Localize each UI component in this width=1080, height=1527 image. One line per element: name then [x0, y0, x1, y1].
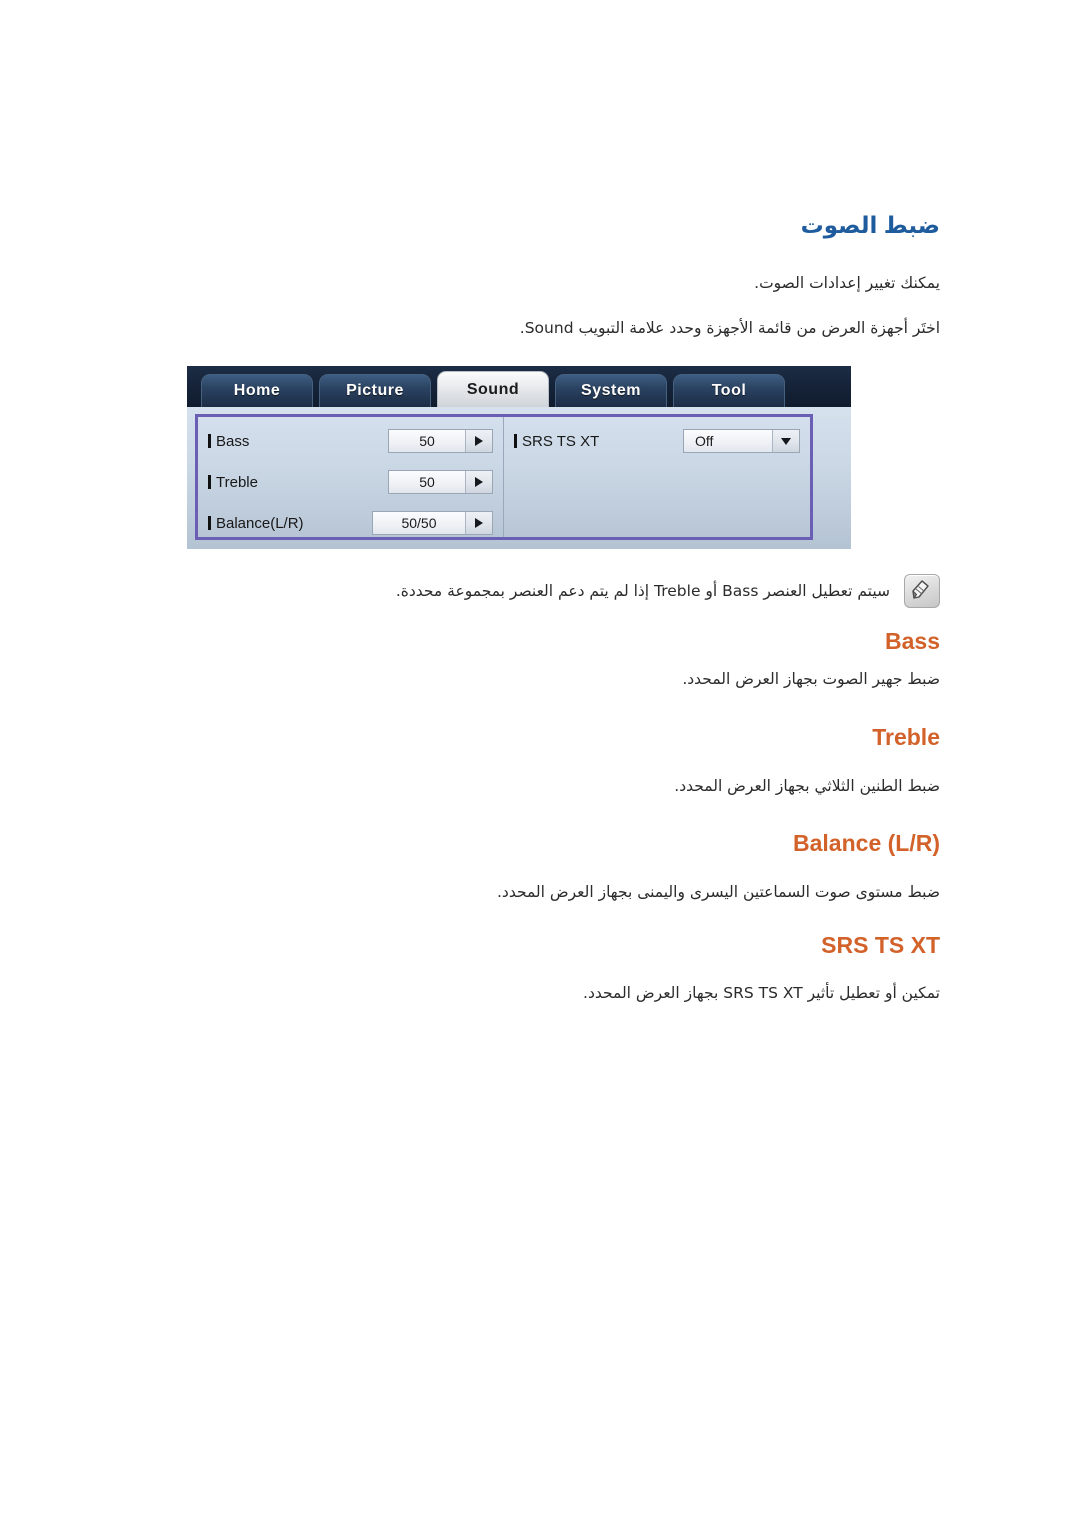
osd-balance-value: 50/50	[373, 512, 465, 534]
osd-setting-treble-label: Treble	[208, 474, 258, 491]
osd-tab-home-label: Home	[233, 382, 281, 399]
section-heading-balance: Balance (L/R)	[793, 830, 940, 856]
note-pencil-icon	[904, 574, 940, 608]
osd-tab-tool-label: Tool	[711, 382, 747, 399]
osd-focus-region: Bass 50 Treble 50 Balance(L/R) 50/50 SRS…	[195, 414, 813, 540]
osd-tab-picture[interactable]: Picture	[319, 374, 431, 407]
osd-right-column: SRS TS XT Off	[504, 417, 810, 537]
page-title: ضبط الصوت	[800, 212, 940, 238]
osd-tab-sound-label: Sound	[466, 380, 520, 398]
osd-srs-chevron-down-icon[interactable]	[772, 430, 799, 452]
osd-balance-label-text: Balance(L/R)	[216, 514, 304, 532]
section-heading-srs-ts-xt: SRS TS XT	[821, 932, 940, 958]
osd-left-column: Bass 50 Treble 50 Balance(L/R) 50/50	[198, 417, 504, 537]
osd-bass-label-text: Bass	[216, 432, 250, 450]
note-callout: سيتم تعطيل العنصر Bass أو Treble إذا لم …	[140, 574, 940, 608]
osd-bass-value: 50	[389, 430, 465, 452]
osd-tab-system-label: System	[581, 382, 641, 399]
osd-setting-balance[interactable]: Balance(L/R) 50/50	[208, 508, 493, 538]
osd-srs-value: Off	[684, 430, 772, 452]
document-page: ضبط الصوت يمكنك تغيير إعدادات الصوت. اخت…	[0, 0, 1080, 1527]
section-description-srs-ts-xt: تمكين أو تعطيل تأثير SRS TS XT بجهاز الع…	[583, 984, 940, 1002]
bullet-marker-icon	[208, 516, 211, 530]
note-text: سيتم تعطيل العنصر Bass أو Treble إذا لم …	[395, 582, 890, 600]
intro-paragraph-1: يمكنك تغيير إعدادات الصوت.	[754, 274, 940, 292]
osd-setting-srs-ts-xt[interactable]: SRS TS XT Off	[514, 426, 800, 456]
osd-setting-srs-label: SRS TS XT	[514, 433, 599, 450]
osd-tab-system[interactable]: System	[555, 374, 667, 407]
osd-tab-picture-label: Picture	[346, 382, 404, 399]
osd-panel-body: Bass 50 Treble 50 Balance(L/R) 50/50 SRS…	[187, 407, 851, 549]
osd-treble-value: 50	[389, 471, 465, 493]
section-description-balance: ضبط مستوى صوت السماعتين اليسرى واليمنى ب…	[496, 883, 940, 901]
osd-setting-bass[interactable]: Bass 50	[208, 426, 493, 456]
osd-tab-sound[interactable]: Sound	[437, 371, 549, 407]
osd-treble-arrow-right-icon[interactable]	[465, 471, 492, 493]
bullet-marker-icon	[208, 475, 211, 489]
osd-right-spacer	[821, 414, 843, 540]
osd-treble-stepper[interactable]: 50	[388, 470, 493, 494]
section-heading-bass: Bass	[885, 628, 940, 654]
section-description-treble: ضبط الطنين الثلاثي بجهاز العرض المحدد.	[674, 777, 940, 795]
osd-tab-home[interactable]: Home	[201, 374, 313, 407]
osd-treble-label-text: Treble	[216, 473, 258, 491]
osd-srs-label-text: SRS TS XT	[522, 432, 600, 450]
osd-setting-bass-label: Bass	[208, 433, 249, 450]
osd-srs-dropdown[interactable]: Off	[683, 429, 800, 453]
bullet-marker-icon	[208, 434, 211, 448]
intro-paragraph-2: اختَر أجهزة العرض من قائمة الأجهزة وحدد …	[519, 319, 940, 337]
osd-balance-stepper[interactable]: 50/50	[372, 511, 493, 535]
osd-bass-stepper[interactable]: 50	[388, 429, 493, 453]
osd-setting-treble[interactable]: Treble 50	[208, 467, 493, 497]
osd-bass-arrow-right-icon[interactable]	[465, 430, 492, 452]
osd-setting-balance-label: Balance(L/R)	[208, 515, 304, 532]
osd-tab-tool[interactable]: Tool	[673, 374, 785, 407]
section-description-bass: ضبط جهير الصوت بجهاز العرض المحدد.	[682, 670, 940, 688]
section-heading-treble: Treble	[872, 724, 940, 750]
bullet-marker-icon	[514, 434, 517, 448]
osd-balance-arrow-right-icon[interactable]	[465, 512, 492, 534]
osd-tab-bar: Home Picture Sound System Tool	[187, 366, 851, 407]
osd-menu-screenshot: Home Picture Sound System Tool Bass 50 T…	[187, 366, 851, 549]
